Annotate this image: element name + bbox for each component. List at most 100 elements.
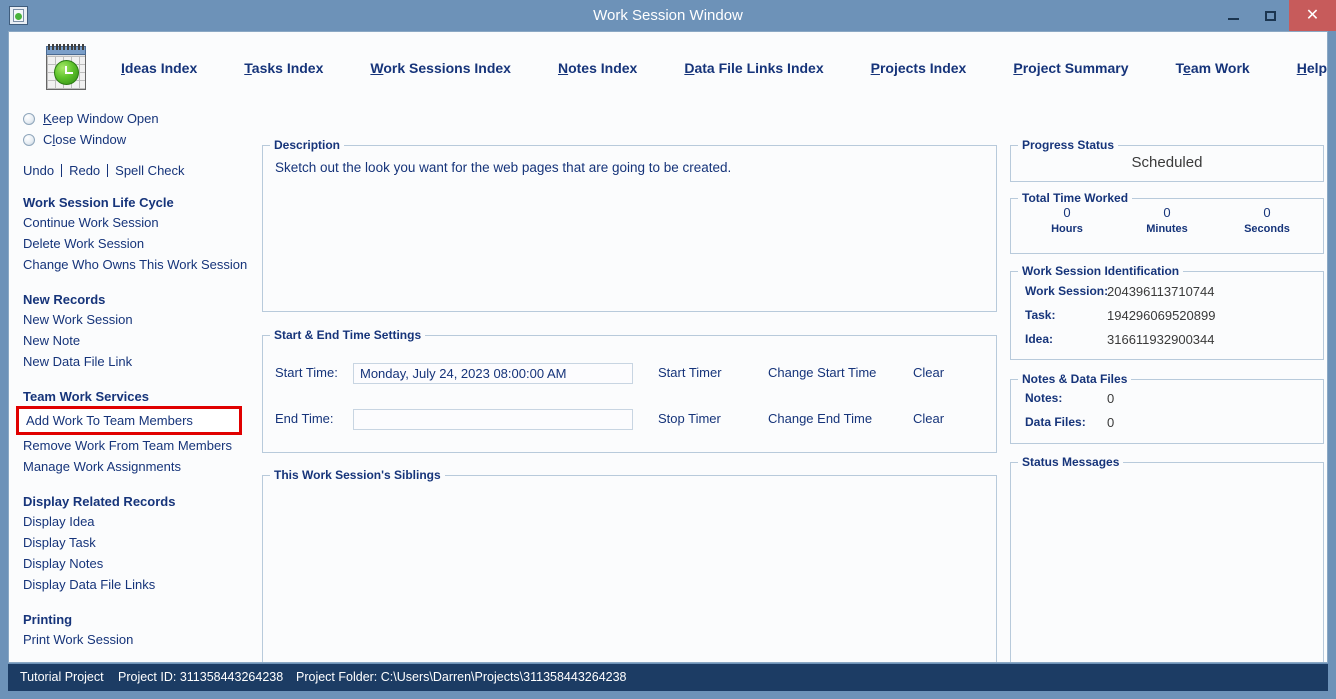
end-time-label: End Time: bbox=[275, 411, 334, 426]
sidebar-item-display-idea[interactable]: Display Idea bbox=[23, 511, 254, 532]
sidebar-item-new-note[interactable]: New Note bbox=[23, 330, 254, 351]
menu-item-data-file-links-index[interactable]: Data File Links Index bbox=[684, 60, 823, 76]
sidebar-item-delete-work-session[interactable]: Delete Work Session bbox=[23, 233, 254, 254]
time-settings-legend: Start & End Time Settings bbox=[270, 328, 426, 342]
siblings-legend: This Work Session's Siblings bbox=[270, 468, 445, 482]
change-end-time-button[interactable]: Change End Time bbox=[768, 411, 872, 426]
top-toolbar: Ideas Index Tasks Index Work Sessions In… bbox=[9, 32, 1327, 103]
progress-status-value: Scheduled bbox=[1131, 154, 1203, 171]
notes-count-value: 0 bbox=[1107, 391, 1115, 406]
sidebar-item-new-work-session[interactable]: New Work Session bbox=[23, 309, 254, 330]
sidebar-item-continue-work-session[interactable]: Continue Work Session bbox=[23, 212, 254, 233]
task-id-label: Task: bbox=[1025, 308, 1056, 322]
start-time-input[interactable]: Monday, July 24, 2023 08:00:00 AM bbox=[353, 363, 633, 384]
total-time-hours-cell: 0 Hours bbox=[1015, 205, 1119, 237]
total-time-minutes-value: 0 bbox=[1163, 205, 1171, 220]
window-title: Work Session Window bbox=[593, 7, 743, 24]
minimize-button[interactable] bbox=[1215, 0, 1252, 31]
sidebar-item-new-data-file-link[interactable]: New Data File Link bbox=[23, 351, 254, 372]
close-button[interactable]: ✕ bbox=[1289, 0, 1336, 31]
menu-item-ideas-index[interactable]: Ideas Index bbox=[121, 60, 197, 76]
sidebar-heading-new-records: New Records bbox=[23, 292, 106, 307]
identification-row-work-session: Work Session: 204396113710744 bbox=[1011, 284, 1323, 306]
identification-row-idea: Idea: 316611932900344 bbox=[1011, 332, 1323, 354]
total-time-hours-value: 0 bbox=[1063, 205, 1071, 220]
radio-close-window[interactable]: Close Window bbox=[23, 129, 254, 150]
radio-close-window-label: Close Window bbox=[43, 132, 127, 147]
application-window: Work Session Window ✕ Ideas Index Tasks … bbox=[0, 0, 1336, 699]
sidebar-item-display-task[interactable]: Display Task bbox=[23, 532, 254, 553]
total-time-seconds-cell: 0 Seconds bbox=[1215, 205, 1319, 237]
main-menu: Ideas Index Tasks Index Work Sessions In… bbox=[121, 32, 1327, 103]
spell-check-button[interactable]: Spell Check bbox=[108, 163, 191, 178]
idea-id-value: 316611932900344 bbox=[1107, 332, 1215, 347]
maximize-button[interactable] bbox=[1252, 0, 1289, 31]
radio-icon bbox=[23, 133, 35, 146]
progress-status-panel: Progress Status Scheduled bbox=[1010, 138, 1324, 182]
description-text[interactable]: Sketch out the look you want for the web… bbox=[275, 159, 986, 177]
left-sidebar: Keep Window Open Close Window Undo Redo … bbox=[9, 103, 254, 662]
description-legend: Description bbox=[270, 138, 345, 152]
status-project-id: Project ID: 311358443264238 bbox=[118, 670, 284, 684]
sidebar-item-manage-work-assignments[interactable]: Manage Work Assignments bbox=[23, 456, 254, 477]
clear-end-time-button[interactable]: Clear bbox=[913, 411, 944, 426]
status-bar: Tutorial Project Project ID: 31135844326… bbox=[8, 664, 1328, 691]
calendar-clock-icon bbox=[39, 41, 93, 95]
start-timer-button[interactable]: Start Timer bbox=[658, 365, 722, 380]
total-time-seconds-value: 0 bbox=[1263, 205, 1271, 220]
identification-row-task: Task: 194296069520899 bbox=[1011, 308, 1323, 330]
status-messages-panel: Status Messages bbox=[1010, 455, 1324, 662]
sidebar-heading-printing: Printing bbox=[23, 612, 73, 627]
notes-and-data-files-panel: Notes & Data Files Notes: 0 Data Files: … bbox=[1010, 372, 1324, 444]
sidebar-item-change-owner[interactable]: Change Who Owns This Work Session bbox=[23, 254, 254, 275]
radio-keep-window-open[interactable]: Keep Window Open bbox=[23, 108, 254, 129]
sidebar-item-display-notes[interactable]: Display Notes bbox=[23, 553, 254, 574]
task-id-value: 194296069520899 bbox=[1107, 308, 1216, 323]
radio-keep-window-open-label: Keep Window Open bbox=[43, 111, 159, 126]
menu-item-notes-index[interactable]: Notes Index bbox=[558, 60, 637, 76]
total-time-seconds-label: Seconds bbox=[1244, 223, 1290, 235]
radio-icon bbox=[23, 112, 35, 125]
sidebar-item-remove-work-from-team-members[interactable]: Remove Work From Team Members bbox=[23, 435, 254, 456]
siblings-panel: This Work Session's Siblings Open Select… bbox=[262, 468, 997, 662]
identification-legend: Work Session Identification bbox=[1018, 264, 1184, 278]
data-files-count-label: Data Files: bbox=[1025, 415, 1086, 429]
data-files-count-value: 0 bbox=[1107, 415, 1115, 430]
sidebar-heading-team-work-services: Team Work Services bbox=[23, 389, 149, 404]
data-files-count-row: Data Files: 0 bbox=[1011, 415, 1323, 437]
description-panel: Description Sketch out the look you want… bbox=[262, 138, 997, 312]
redo-button[interactable]: Redo bbox=[62, 163, 107, 178]
start-time-row: Start Time: Monday, July 24, 2023 08:00:… bbox=[263, 363, 996, 385]
status-messages-legend: Status Messages bbox=[1018, 455, 1124, 469]
undo-button[interactable]: Undo bbox=[23, 163, 61, 178]
sidebar-item-print-work-session[interactable]: Print Work Session bbox=[23, 629, 254, 650]
menu-item-work-sessions-index[interactable]: Work Sessions Index bbox=[370, 60, 511, 76]
sidebar-heading-display-related-records: Display Related Records bbox=[23, 494, 176, 509]
total-time-worked-panel: Total Time Worked 0 Hours 0 Minutes 0 Se… bbox=[1010, 191, 1324, 254]
end-time-input[interactable] bbox=[353, 409, 633, 430]
change-start-time-button[interactable]: Change Start Time bbox=[768, 365, 876, 380]
edit-actions: Undo Redo Spell Check bbox=[23, 163, 254, 178]
menu-item-project-summary[interactable]: Project Summary bbox=[1013, 60, 1128, 76]
status-project-folder: Project Folder: C:\Users\Darren\Projects… bbox=[296, 670, 627, 684]
progress-status-legend: Progress Status bbox=[1018, 138, 1119, 152]
clear-start-time-button[interactable]: Clear bbox=[913, 365, 944, 380]
menu-item-projects-index[interactable]: Projects Index bbox=[871, 60, 967, 76]
notes-count-row: Notes: 0 bbox=[1011, 391, 1323, 413]
menu-item-team-work[interactable]: Team Work bbox=[1176, 60, 1250, 76]
notes-data-files-legend: Notes & Data Files bbox=[1018, 372, 1132, 386]
menu-item-help[interactable]: Help bbox=[1297, 60, 1327, 76]
menu-item-tasks-index[interactable]: Tasks Index bbox=[244, 60, 323, 76]
work-session-id-label: Work Session: bbox=[1025, 284, 1109, 298]
sidebar-item-add-work-to-team-members[interactable]: Add Work To Team Members bbox=[16, 406, 242, 435]
total-time-minutes-cell: 0 Minutes bbox=[1115, 205, 1219, 237]
sidebar-item-display-data-file-links[interactable]: Display Data File Links bbox=[23, 574, 254, 595]
window-controls: ✕ bbox=[1215, 0, 1336, 31]
stop-timer-button[interactable]: Stop Timer bbox=[658, 411, 721, 426]
status-project-name: Tutorial Project bbox=[20, 670, 104, 684]
client-area: Ideas Index Tasks Index Work Sessions In… bbox=[8, 31, 1328, 663]
total-time-worked-legend: Total Time Worked bbox=[1018, 191, 1133, 205]
time-settings-panel: Start & End Time Settings Start Time: Mo… bbox=[262, 328, 997, 453]
idea-id-label: Idea: bbox=[1025, 332, 1054, 346]
total-time-minutes-label: Minutes bbox=[1146, 223, 1188, 235]
